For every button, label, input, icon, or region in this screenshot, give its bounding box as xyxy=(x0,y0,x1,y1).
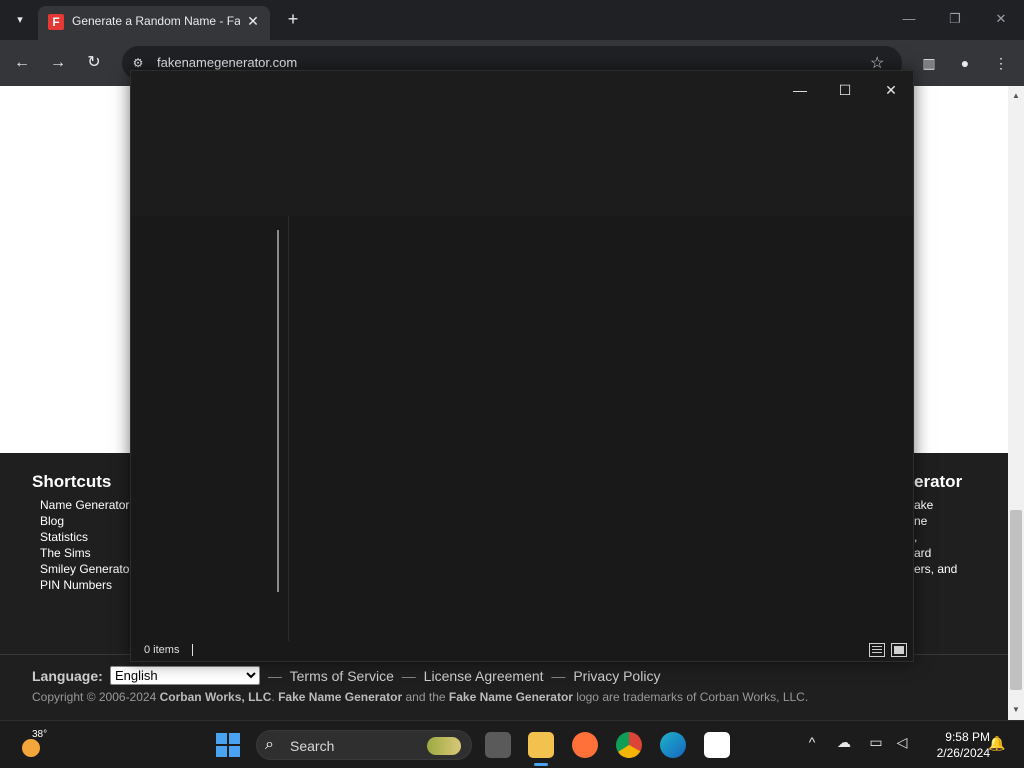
clock-time: 9:58 PM xyxy=(945,730,990,744)
favicon-icon: F xyxy=(48,14,64,30)
explorer-status-bar: 0 items xyxy=(131,641,913,661)
copyright-text: Copyright © 2006-2024 Corban Works, LLC.… xyxy=(32,690,809,704)
license-agreement-link[interactable]: License Agreement xyxy=(424,668,544,684)
link-separator: — xyxy=(268,668,282,684)
privacy-policy-link[interactable]: Privacy Policy xyxy=(573,668,660,684)
weather-temperature: 38° xyxy=(32,729,48,740)
details-view-icon[interactable] xyxy=(869,643,885,657)
browser-close-icon[interactable]: ✕ xyxy=(990,8,1012,30)
firefox-icon[interactable] xyxy=(572,732,598,758)
right-column-heading: erator xyxy=(914,472,963,491)
item-count: 0 items xyxy=(144,644,180,656)
notification-bell-icon[interactable]: 🔔 xyxy=(988,735,1005,752)
weather-icon xyxy=(22,739,40,757)
navigation-pane-scrollbar[interactable] xyxy=(277,230,279,592)
explorer-header: — ☐ ✕ xyxy=(131,71,913,216)
microsoft-store-icon[interactable] xyxy=(704,732,730,758)
browser-menu-icon[interactable]: ⋮ xyxy=(990,52,1012,74)
file-explorer-icon[interactable] xyxy=(528,732,554,758)
shortcut-link[interactable]: PIN Numbers xyxy=(40,577,133,593)
task-view-icon[interactable] xyxy=(485,732,511,758)
language-label: Language: xyxy=(32,668,103,684)
explorer-navigation-pane[interactable] xyxy=(131,216,289,641)
language-select[interactable]: English xyxy=(110,666,260,685)
weather-widget[interactable]: 38° xyxy=(18,729,48,759)
edge-icon[interactable] xyxy=(660,732,686,758)
search-highlight-icon xyxy=(427,737,461,755)
file-explorer-window: — ☐ ✕ 0 items xyxy=(130,70,914,662)
status-separator xyxy=(192,644,193,656)
clock-date: 2/26/2024 xyxy=(936,746,990,760)
onedrive-cloud-icon[interactable]: ☁ xyxy=(834,734,854,751)
browser-minimize-icon[interactable]: — xyxy=(898,8,920,30)
active-app-indicator xyxy=(534,763,548,766)
profile-icon[interactable]: ● xyxy=(954,52,976,74)
shortcut-link[interactable]: Name Generator xyxy=(40,497,133,513)
explorer-close-icon[interactable]: ✕ xyxy=(875,77,907,103)
shortcut-link[interactable]: The Sims xyxy=(40,545,133,561)
search-label: Search xyxy=(290,738,335,754)
shortcuts-list: Name Generator Blog Statistics The Sims … xyxy=(40,497,133,593)
taskbar-search-box[interactable]: ⌕ Search xyxy=(256,730,472,760)
shortcut-link[interactable]: Blog xyxy=(40,513,133,529)
shortcut-link[interactable]: Statistics xyxy=(40,529,133,545)
start-windows-icon[interactable] xyxy=(216,733,240,757)
link-separator: — xyxy=(401,668,416,684)
page-scrollbar[interactable]: ▲ ▼ xyxy=(1008,86,1024,720)
tab-title: Generate a Random Name - Fake Name Gener… xyxy=(72,14,240,28)
windows-taskbar: 38° ⌕ Search ^ ☁ ▭ ◁ 9:58 PM 2/26/2024 🔔 xyxy=(0,720,1024,768)
url-text[interactable]: fakenamegenerator.com xyxy=(157,55,297,70)
scrollbar-thumb[interactable] xyxy=(1010,510,1022,690)
back-arrow-icon[interactable]: ← xyxy=(11,52,33,74)
site-settings-icon[interactable]: ⚙ xyxy=(130,55,146,71)
terms-of-service-link[interactable]: Terms of Service xyxy=(290,668,394,684)
large-icons-view-icon[interactable] xyxy=(891,643,907,657)
show-hidden-icons-chevron-up-icon[interactable]: ^ xyxy=(802,734,822,750)
search-icon: ⌕ xyxy=(265,736,274,753)
new-tab-plus-icon[interactable]: + xyxy=(282,8,304,30)
right-column-text: ake ne , ard ers, and xyxy=(914,498,958,576)
network-icon[interactable]: ▭ xyxy=(866,734,886,751)
explorer-maximize-icon[interactable]: ☐ xyxy=(829,77,861,103)
browser-tab-strip: ▾ F Generate a Random Name - Fake Name G… xyxy=(0,0,1024,40)
tab-close-icon[interactable]: ✕ xyxy=(244,12,262,30)
explorer-minimize-icon[interactable]: — xyxy=(784,77,816,103)
browser-restore-icon[interactable]: ❐ xyxy=(944,8,966,30)
browser-tab-active[interactable]: F Generate a Random Name - Fake Name Gen… xyxy=(38,6,270,40)
scroll-down-icon[interactable]: ▼ xyxy=(1012,706,1020,714)
shortcut-link[interactable]: Smiley Generator xyxy=(40,561,133,577)
footer-links: — Terms of Service — License Agreement —… xyxy=(264,668,660,684)
tab-search-chevron-down-icon[interactable]: ▾ xyxy=(8,8,32,32)
forward-arrow-icon[interactable]: → xyxy=(47,52,69,74)
volume-muted-icon[interactable]: ◁ xyxy=(892,734,912,751)
chrome-icon[interactable] xyxy=(616,732,642,758)
link-separator: — xyxy=(551,668,566,684)
side-panel-icon[interactable]: ▥ xyxy=(918,52,940,74)
taskbar-clock[interactable]: 9:58 PM 2/26/2024 xyxy=(918,729,990,761)
scroll-up-icon[interactable]: ▲ xyxy=(1012,92,1020,100)
shortcuts-heading: Shortcuts xyxy=(32,472,112,491)
reload-icon[interactable]: ↻ xyxy=(83,52,105,74)
